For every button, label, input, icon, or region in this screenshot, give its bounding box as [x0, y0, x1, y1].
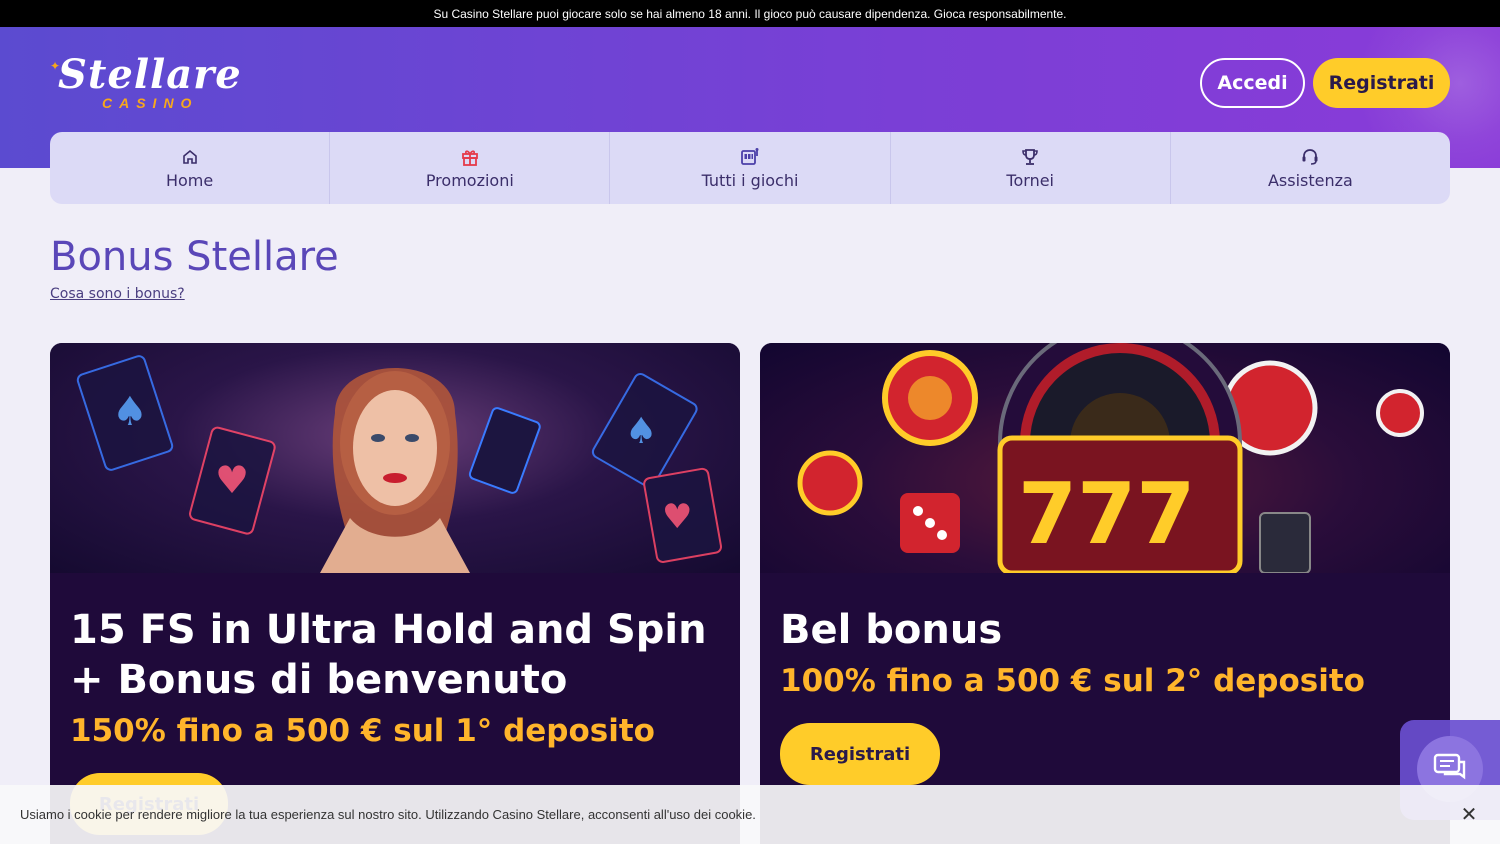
logo-text: Stellare: [58, 51, 242, 98]
bonus-card: ♠ ♥ ♠ ♥ 15 FS in Ultra Hold and Spin + B…: [50, 343, 740, 844]
svg-text:777: 777: [1018, 465, 1195, 564]
nav-item-label: Assistenza: [1267, 170, 1353, 190]
what-are-bonuses-link[interactable]: Cosa sono i bonus?: [50, 286, 185, 302]
age-notice-text: Su Casino Stellare puoi giocare solo se …: [433, 6, 1067, 21]
svg-text:♠: ♠: [625, 411, 657, 452]
bonus-card-image: 777: [760, 343, 1450, 573]
bonus-register-button[interactable]: Registrati: [780, 723, 940, 785]
nav-item-label: Home: [165, 170, 214, 190]
register-button[interactable]: Registrati: [1313, 58, 1450, 108]
slot-machine-icon: [740, 147, 760, 167]
svg-text:♥: ♥: [662, 497, 692, 537]
nav-item-tornei[interactable]: Tornei: [891, 132, 1171, 204]
chat-icon: [1433, 752, 1467, 786]
cookie-text: Usiamo i cookie per rendere migliore la …: [20, 807, 756, 822]
nav-item-label: Tornei: [1006, 170, 1054, 190]
nav-item-home[interactable]: Home: [50, 132, 331, 204]
gift-icon: [460, 147, 480, 167]
bonus-card-subtitle: 150% fino a 500 € sul 1° deposito: [70, 713, 655, 749]
close-icon[interactable]: ✕: [1458, 803, 1480, 826]
bonus-card-title: Bel bonus: [780, 607, 1003, 653]
age-notice-bar: Su Casino Stellare puoi giocare solo se …: [0, 0, 1500, 27]
bonus-card-body: Bel bonus 100% fino a 500 € sul 2° depos…: [780, 605, 1430, 705]
bonus-card-title: 15 FS in Ultra Hold and Spin + Bonus di …: [70, 607, 707, 703]
svg-text:♠: ♠: [112, 389, 148, 435]
home-icon: [180, 147, 200, 167]
bonus-card-body: 15 FS in Ultra Hold and Spin + Bonus di …: [70, 605, 720, 755]
nav-item-promozioni[interactable]: Promozioni: [330, 132, 611, 204]
bonus-card: 777 Bel bonus 100% fino a 500 € sul 2° d…: [760, 343, 1450, 844]
headset-icon: [1300, 147, 1320, 167]
nav-item-label: Tutti i giochi: [701, 170, 799, 190]
nav-item-assistenza[interactable]: Assistenza: [1171, 132, 1450, 204]
svg-text:♥: ♥: [215, 458, 249, 502]
logo[interactable]: ✦ Stellare CASINO: [50, 51, 260, 113]
trophy-icon: [1020, 147, 1040, 167]
nav-item-tutti-i-giochi[interactable]: Tutti i giochi: [610, 132, 891, 204]
nav-item-label: Promozioni: [425, 170, 514, 190]
bonus-card-image: ♠ ♥ ♠ ♥: [50, 343, 740, 573]
page-title: Bonus Stellare: [50, 234, 339, 280]
logo-subtext: CASINO: [102, 95, 199, 111]
main-nav: Home Promozioni Tutti i giochi Tornei As…: [50, 132, 1450, 204]
cookie-banner: Usiamo i cookie per rendere migliore la …: [0, 785, 1500, 844]
login-button[interactable]: Accedi: [1200, 58, 1305, 108]
bonus-card-subtitle: 100% fino a 500 € sul 2° deposito: [780, 663, 1365, 699]
